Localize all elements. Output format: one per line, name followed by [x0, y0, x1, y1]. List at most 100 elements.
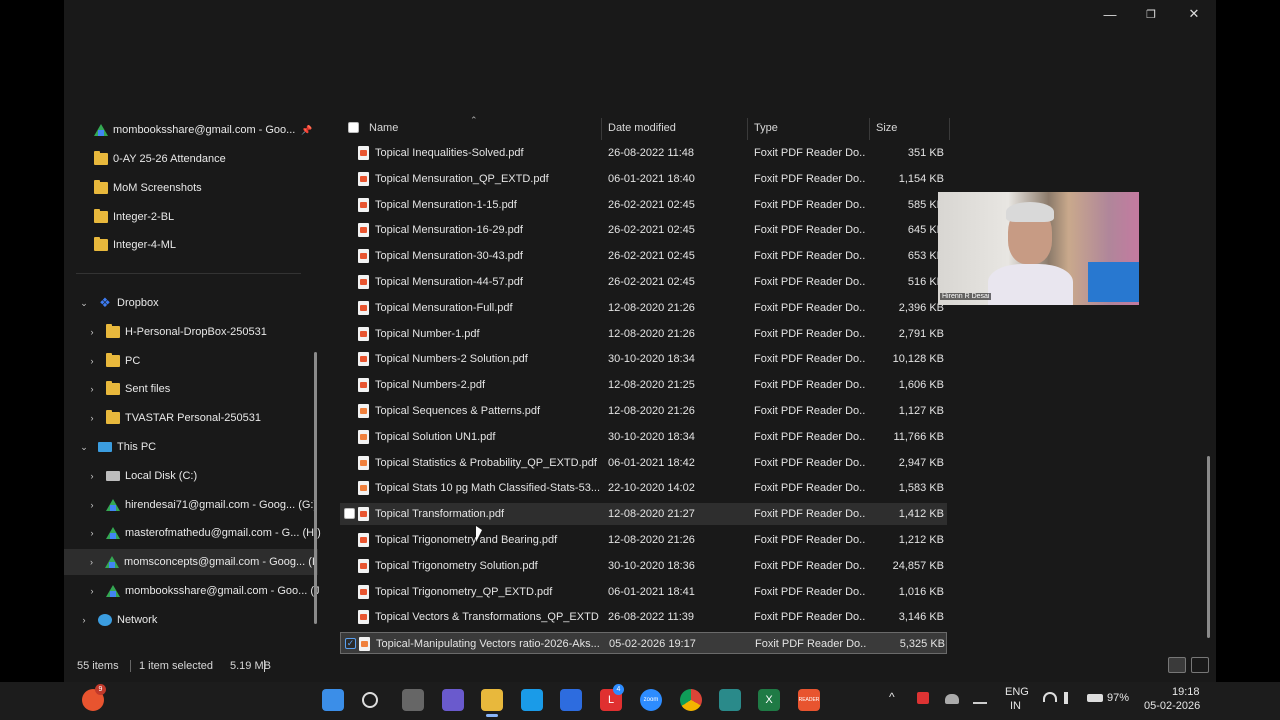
tray-overflow-chevron[interactable]: ^ — [889, 690, 895, 704]
pdf-file-icon — [358, 197, 369, 212]
nav-item[interactable]: › TVASTAR Personal-250531 — [87, 405, 261, 431]
start-icon[interactable] — [322, 689, 344, 711]
column-header-date[interactable]: Date modified — [608, 116, 676, 140]
chevron-down-icon[interactable]: ⌄ — [79, 442, 89, 453]
clock-date[interactable]: 05-02-2026 — [1144, 700, 1200, 712]
language-indicator-top[interactable]: ENG — [1005, 686, 1029, 698]
chevron-right-icon[interactable]: › — [87, 384, 97, 394]
file-row[interactable]: Topical Trigonometry_QP_EXTD.pdf 06-01-20… — [340, 581, 947, 603]
column-separator[interactable] — [601, 118, 602, 140]
file-row[interactable]: Topical Vectors & Transformations_QP_EXT… — [340, 606, 947, 628]
file-row[interactable]: ✓ Topical-Manipulating Vectors ratio-2026… — [340, 632, 947, 655]
column-separator[interactable] — [747, 118, 748, 140]
chevron-right-icon[interactable]: › — [87, 471, 97, 481]
nav-item[interactable]: › Network — [79, 607, 157, 633]
column-header-name[interactable]: Name — [369, 116, 398, 140]
column-separator[interactable] — [949, 118, 950, 140]
nav-item[interactable]: Integer-4-ML — [94, 232, 176, 258]
nav-item[interactable]: › hirendesai71@gmail.com - Goog... (G:) — [87, 492, 317, 518]
reader-icon[interactable]: READER — [798, 689, 820, 711]
file-date: 30-10-2020 18:34 — [608, 430, 695, 443]
minimize-button[interactable]: — — [1088, 0, 1132, 28]
file-name: Topical Mensuration_QP_EXTD.pdf — [375, 172, 549, 185]
chevron-right-icon[interactable]: › — [87, 557, 96, 567]
file-list-scrollbar[interactable] — [1207, 456, 1210, 638]
nav-item[interactable]: › masterofmathedu@gmail.com - G... (H:) — [87, 520, 321, 546]
store-icon[interactable] — [560, 689, 582, 711]
copilot-icon[interactable] — [442, 689, 464, 711]
tray-cloud-icon[interactable] — [945, 694, 959, 704]
tray-app-icon[interactable] — [917, 692, 929, 704]
nav-item[interactable]: › PC — [87, 348, 140, 374]
zoom-icon[interactable]: zoom — [640, 689, 662, 711]
nav-item[interactable]: › momsconcepts@gmail.com - Goog... (I: — [64, 549, 318, 575]
file-row[interactable]: Topical Solution UN1.pdf 30-10-2020 18:34… — [340, 426, 947, 448]
excel-icon[interactable]: X — [758, 689, 780, 711]
nav-item[interactable]: › mombooksshare@gmail.com - Goo... (J — [87, 578, 320, 604]
chevron-right-icon[interactable]: › — [87, 500, 97, 510]
file-row[interactable]: Topical Mensuration-44-57.pdf 26-02-2021 … — [340, 271, 947, 293]
file-row[interactable]: Topical Mensuration-1-15.pdf 26-02-2021 0… — [340, 194, 947, 216]
file-row[interactable]: Topical Mensuration-30-43.pdf 26-02-2021 … — [340, 245, 947, 267]
nav-item[interactable]: mombooksshare@gmail.com - Goo... 📌 — [94, 117, 313, 143]
file-row[interactable]: Topical Numbers-2.pdf 12-08-2020 21:25 Fox… — [340, 374, 947, 396]
column-separator[interactable] — [869, 118, 870, 140]
file-row[interactable]: Topical Trigonometry Solution.pdf 30-10-2… — [340, 555, 947, 577]
chevron-right-icon[interactable]: › — [87, 528, 97, 538]
edge-icon[interactable] — [521, 689, 543, 711]
c-app-icon[interactable] — [719, 689, 741, 711]
nav-item[interactable]: MoM Screenshots — [94, 175, 202, 201]
file-row[interactable]: Topical Number-1.pdf 12-08-2020 21:26 Foxi… — [340, 323, 947, 345]
tray-pen-icon[interactable] — [973, 692, 987, 704]
column-header-size[interactable]: Size — [876, 116, 897, 140]
file-row[interactable]: Topical Numbers-2 Solution.pdf 30-10-2020… — [340, 348, 947, 370]
chevron-right-icon[interactable]: › — [87, 413, 97, 423]
pdf-file-icon — [358, 429, 369, 444]
battery-icon[interactable] — [1087, 694, 1103, 702]
file-type: Foxit PDF Reader Do... — [754, 276, 866, 288]
chrome-icon[interactable] — [680, 689, 702, 711]
file-date: 26-08-2022 11:39 — [608, 611, 695, 624]
file-row[interactable]: Topical Stats 10 pg Math Classified-Stat… — [340, 477, 947, 499]
file-row[interactable]: Topical Statistics & Probability_QP_EXTD… — [340, 452, 947, 474]
chevron-right-icon[interactable]: › — [79, 615, 89, 625]
nav-item[interactable]: ⌄ This PC — [79, 434, 156, 460]
details-view-button[interactable] — [1168, 657, 1186, 673]
close-button[interactable]: ✕ — [1172, 0, 1216, 28]
restore-button[interactable]: ❐ — [1129, 0, 1173, 28]
file-row[interactable]: Topical Mensuration-16-29.pdf 26-02-2021 … — [340, 219, 947, 241]
battery-percent[interactable]: 97% — [1107, 692, 1129, 704]
thumbnail-view-button[interactable] — [1191, 657, 1209, 673]
select-all-checkbox[interactable] — [348, 122, 359, 133]
wifi-icon[interactable] — [1043, 692, 1057, 702]
chevron-right-icon[interactable]: › — [87, 327, 97, 337]
volume-icon[interactable] — [1064, 692, 1076, 704]
chevron-right-icon[interactable]: › — [87, 356, 97, 366]
file-row[interactable]: Topical Mensuration_QP_EXTD.pdf 06-01-202… — [340, 168, 947, 190]
row-checkbox[interactable] — [344, 508, 355, 520]
file-row[interactable]: Topical Transformation.pdf 12-08-2020 21:… — [340, 503, 947, 526]
this-pc-icon — [98, 442, 112, 452]
pdf-file-icon — [359, 637, 370, 652]
nav-item[interactable]: › Local Disk (C:) — [87, 463, 198, 489]
file-row[interactable]: Topical Inequalities-Solved.pdf 26-08-202… — [340, 142, 947, 164]
chevron-right-icon[interactable]: › — [87, 586, 97, 596]
clock-time[interactable]: 19:18 — [1172, 686, 1200, 698]
search-icon[interactable] — [362, 692, 378, 708]
file-row[interactable]: Topical Trigonometry and Bearing.pdf 12-0… — [340, 529, 947, 551]
nav-item[interactable]: › H-Personal-DropBox-250531 — [87, 319, 267, 345]
file-explorer-icon[interactable] — [481, 689, 503, 711]
nav-item[interactable]: › Sent files — [87, 376, 170, 402]
nav-scrollbar[interactable] — [314, 352, 317, 624]
nav-item[interactable]: Integer-2-BL — [94, 204, 174, 230]
file-name: Topical Mensuration-Full.pdf — [375, 301, 513, 314]
chevron-down-icon[interactable]: ⌄ — [79, 298, 89, 309]
file-row[interactable]: Topical Sequences & Patterns.pdf 12-08-20… — [340, 400, 947, 422]
column-header-type[interactable]: Type — [754, 116, 778, 140]
nav-item[interactable]: ⌄ ❖ Dropbox — [79, 290, 158, 316]
language-indicator-bottom[interactable]: IN — [1010, 700, 1021, 712]
nav-item[interactable]: 0-AY 25-26 Attendance — [94, 146, 226, 172]
row-checkbox[interactable]: ✓ — [345, 638, 356, 650]
task-view-icon[interactable] — [402, 689, 424, 711]
file-row[interactable]: Topical Mensuration-Full.pdf 12-08-2020 2… — [340, 297, 947, 319]
